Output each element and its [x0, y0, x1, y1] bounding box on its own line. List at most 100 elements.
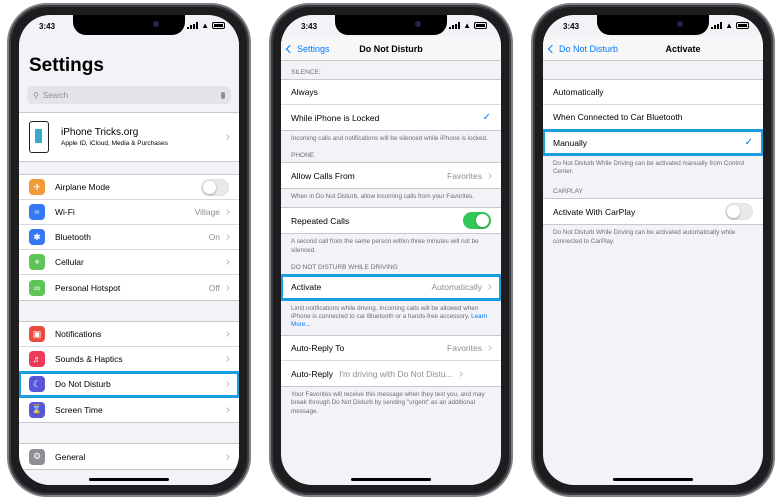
settings-content: Settings ⚲ Search iPhone Tricks.org Appl…	[19, 37, 239, 485]
row-label: Do Not Disturb	[55, 379, 111, 389]
battery-icon	[474, 22, 487, 29]
activate-footer-text: Limit notifications while driving. Incom…	[291, 304, 479, 320]
chevron-right-icon	[224, 331, 230, 337]
phone-group: Allow Calls From Favorites	[281, 162, 501, 190]
option-automatically[interactable]: Automatically	[543, 80, 763, 105]
activate-footer: Limit notifications while driving. Incom…	[281, 301, 501, 336]
apple-id-row[interactable]: iPhone Tricks.org Apple ID, iCloud, Medi…	[19, 113, 239, 161]
driving-group: Activate Automatically	[281, 273, 501, 301]
activate-options-group: Automatically When Connected to Car Blue…	[543, 79, 763, 156]
gear-icon: ⚙	[29, 448, 45, 465]
auto-reply-to-row[interactable]: Auto-Reply To Favorites	[281, 336, 501, 362]
status-time: 3:43	[39, 22, 56, 31]
row-value: Village	[194, 207, 220, 217]
row-label: Activate	[291, 282, 322, 293]
hourglass-icon: ⌛	[29, 401, 45, 418]
settings-row-airplane[interactable]: ✈ Airplane Mode	[19, 175, 239, 200]
wifi-status-icon: ▲	[201, 21, 209, 30]
section-header-driving: DO NOT DISTURB WHILE DRIVING	[291, 263, 398, 271]
chevron-right-icon	[224, 134, 230, 140]
dnd-content: Settings Do Not Disturb SILENCE: Always …	[281, 37, 501, 485]
settings-row-do-not-disturb[interactable]: ☾ Do Not Disturb	[19, 371, 239, 398]
notch	[597, 15, 709, 35]
search-placeholder: Search	[42, 90, 69, 100]
row-label: Cellular	[55, 257, 84, 267]
row-label: When Connected to Car Bluetooth	[553, 112, 683, 122]
phone-do-not-disturb: 3:43 ▲ Settings Do Not Disturb SILENCE: …	[269, 3, 513, 497]
bluetooth-icon: ✱	[29, 229, 45, 245]
status-time: 3:43	[563, 22, 580, 31]
status-icons: ▲	[187, 21, 225, 30]
repeated-group: Repeated Calls	[281, 207, 501, 235]
repeated-calls-toggle[interactable]	[463, 212, 491, 230]
status-time: 3:43	[301, 22, 318, 31]
screen: 3:43 ▲ Settings Do Not Disturb SILENCE: …	[281, 15, 501, 485]
option-while-locked[interactable]: While iPhone is Locked ✓	[281, 105, 501, 130]
back-label: Settings	[297, 43, 330, 54]
nav-bar: Settings Do Not Disturb	[281, 37, 501, 61]
carplay-footer: Do Not Disturb While Driving can be acti…	[553, 229, 736, 245]
airplane-icon: ✈	[29, 179, 45, 195]
back-button[interactable]: Do Not Disturb	[547, 43, 619, 54]
activate-row[interactable]: Activate Automatically	[281, 273, 501, 301]
settings-row-screen-time[interactable]: ⌛ Screen Time	[19, 397, 239, 422]
option-manually[interactable]: Manually ✓	[543, 129, 763, 156]
settings-row-general[interactable]: ⚙ General	[19, 444, 239, 469]
allow-calls-footer: When in Do Not Disturb, allow incoming c…	[291, 193, 475, 201]
auto-reply-row[interactable]: Auto-Reply I'm driving with Do Not Distu.…	[281, 361, 501, 386]
allow-calls-row[interactable]: Allow Calls From Favorites	[281, 163, 501, 188]
stage: 3:43 ▲ Settings ⚲ Search iPhone Tricks.o…	[0, 0, 782, 500]
row-value: Off	[208, 282, 220, 293]
silence-group: Always While iPhone is Locked ✓	[281, 79, 501, 131]
section-header-carplay: CARPLAY	[553, 188, 583, 196]
carplay-row[interactable]: Activate With CarPlay	[543, 199, 763, 224]
row-label: Wi-Fi	[55, 207, 75, 217]
row-value: On	[208, 232, 220, 242]
mic-icon[interactable]	[221, 91, 225, 99]
auto-reply-group: Auto-Reply To Favorites Auto-Reply I'm dri…	[281, 335, 501, 388]
chevron-right-icon	[224, 284, 230, 291]
battery-icon	[212, 22, 225, 29]
checkmark-icon: ✓	[482, 112, 491, 123]
sound-icon: ♬	[29, 351, 45, 367]
row-label: Auto-Reply To	[291, 343, 345, 354]
back-label: Do Not Disturb	[559, 43, 619, 54]
wifi-status-icon: ▲	[725, 21, 733, 30]
row-value: Automatically	[431, 282, 482, 293]
repeated-calls-row[interactable]: Repeated Calls	[281, 208, 501, 233]
airplane-toggle[interactable]	[201, 178, 229, 196]
cellular-icon: ⌖	[29, 254, 45, 270]
row-label: Notifications	[55, 329, 102, 339]
back-button[interactable]: Settings	[285, 43, 330, 54]
notifications-group: ▣ Notifications ♬ Sounds & Haptics ☾ Do …	[19, 321, 239, 423]
settings-row-bluetooth[interactable]: ✱ Bluetooth On	[19, 225, 239, 250]
settings-row-hotspot[interactable]: ∞ Personal Hotspot Off	[19, 275, 239, 300]
auto-reply-footer: Your Favorites will receive this message…	[291, 391, 485, 415]
home-indicator	[613, 478, 693, 481]
search-input[interactable]: ⚲ Search	[27, 86, 231, 104]
nav-bar: Do Not Disturb Activate	[543, 37, 763, 61]
profile-text: iPhone Tricks.org Apple ID, iCloud, Medi…	[61, 127, 168, 147]
connectivity-group: ✈ Airplane Mode ≈ Wi-Fi Village ✱ Blueto…	[19, 174, 239, 301]
settings-row-cellular[interactable]: ⌖ Cellular	[19, 250, 239, 275]
row-label: Personal Hotspot	[55, 282, 121, 293]
battery-icon	[736, 22, 749, 29]
signal-icon	[187, 22, 199, 29]
row-label: Always	[291, 87, 318, 97]
row-label: Sounds & Haptics	[55, 354, 123, 364]
settings-row-wifi[interactable]: ≈ Wi-Fi Village	[19, 200, 239, 225]
option-always[interactable]: Always	[281, 80, 501, 105]
option-car-bluetooth[interactable]: When Connected to Car Bluetooth	[543, 105, 763, 130]
nav-title: Activate	[665, 43, 701, 54]
chevron-right-icon	[224, 381, 230, 387]
status-icons: ▲	[449, 21, 487, 30]
carplay-toggle[interactable]	[725, 203, 753, 221]
settings-row-notifications[interactable]: ▣ Notifications	[19, 322, 239, 347]
settings-row-sounds[interactable]: ♬ Sounds & Haptics	[19, 347, 239, 372]
row-label: General	[55, 451, 86, 462]
chevron-right-icon	[486, 345, 492, 352]
row-value: I'm driving with Do Not Distu...	[339, 368, 453, 379]
chevron-right-icon	[224, 234, 230, 240]
chevron-right-icon	[224, 356, 230, 362]
chevron-right-icon	[486, 172, 492, 179]
